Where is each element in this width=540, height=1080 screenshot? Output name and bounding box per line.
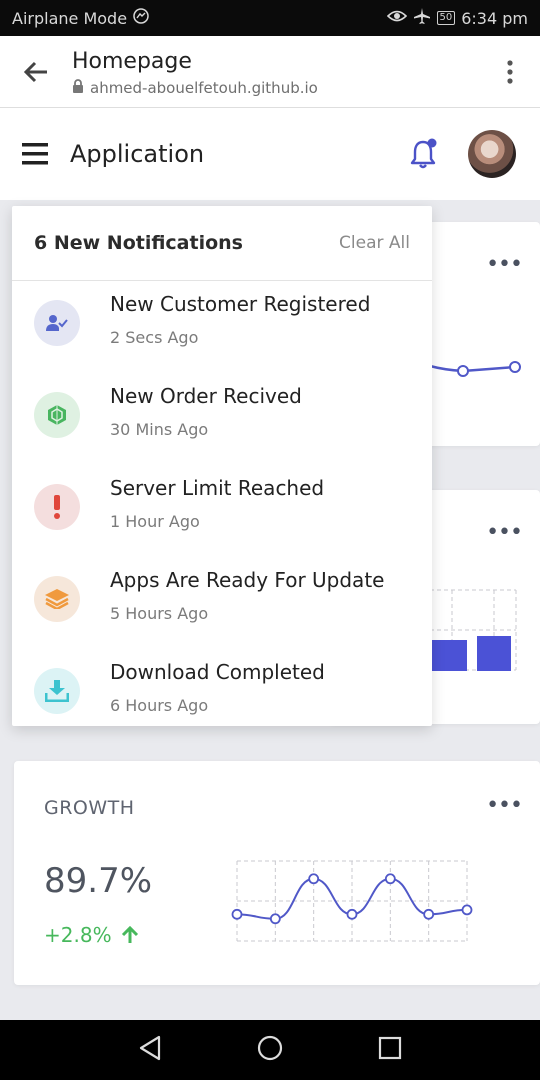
battery-level: 50 — [439, 12, 453, 23]
data-point — [308, 873, 320, 885]
notification-item[interactable]: New Order Recived 30 Mins Ago — [12, 374, 432, 466]
url-text: ahmed-abouelfetouh.github.io — [90, 78, 318, 97]
growth-label: GROWTH — [44, 797, 135, 819]
notification-bell-icon[interactable] — [398, 129, 448, 179]
eye-icon — [386, 9, 407, 27]
layers-icon — [34, 576, 80, 622]
notifications-dropdown: 6 New Notifications Clear All New Custom… — [12, 206, 432, 726]
nav-recents-icon[interactable] — [378, 1036, 402, 1064]
airplane-mode-label: Airplane Mode — [12, 8, 128, 28]
clock: 6:34 pm — [461, 8, 528, 28]
notification-time: 1 Hour Ago — [110, 512, 200, 531]
download-icon — [34, 668, 80, 714]
notification-item[interactable]: Server Limit Reached 1 Hour Ago — [12, 466, 432, 558]
notification-title: Download Completed — [110, 660, 325, 684]
browser-bar: Homepage ahmed-abouelfetouh.github.io — [0, 36, 540, 108]
airplane-icon — [413, 7, 431, 29]
status-left: Airplane Mode — [12, 8, 149, 28]
notification-time: 30 Mins Ago — [110, 420, 209, 439]
notification-title: Apps Are Ready For Update — [110, 568, 385, 592]
data-point — [384, 873, 396, 885]
avatar[interactable] — [468, 130, 516, 178]
url-block[interactable]: Homepage ahmed-abouelfetouh.github.io — [72, 46, 480, 97]
notification-item[interactable]: Download Completed 6 Hours Ago — [12, 650, 432, 726]
status-bar: Airplane Mode 50 6:34 pm — [0, 0, 540, 36]
page-title: Homepage — [72, 49, 192, 74]
url-row: ahmed-abouelfetouh.github.io — [72, 78, 480, 97]
notification-title: Server Limit Reached — [110, 476, 325, 500]
notifications-count-title: 6 New Notifications — [34, 232, 243, 254]
card-menu-icon[interactable]: ••• — [486, 795, 523, 817]
arrow-up-icon — [121, 925, 138, 943]
growth-line-chart — [231, 860, 473, 942]
cart-icon — [34, 392, 80, 438]
notification-item[interactable]: New Customer Registered 2 Secs Ago — [12, 282, 432, 374]
data-point — [269, 913, 281, 925]
lock-icon — [72, 78, 84, 97]
app-header: Application — [0, 108, 540, 200]
system-nav-bar — [0, 1020, 540, 1080]
chart-grid — [236, 860, 468, 942]
data-point — [346, 908, 358, 920]
browser-menu-icon[interactable] — [480, 36, 540, 108]
messenger-icon — [133, 8, 149, 28]
notification-item[interactable]: Apps Are Ready For Update 5 Hours Ago — [12, 558, 432, 650]
notification-time: 6 Hours Ago — [110, 696, 209, 715]
data-point — [461, 904, 473, 916]
clear-all-button[interactable]: Clear All — [339, 233, 410, 253]
nav-back-icon[interactable] — [138, 1035, 162, 1065]
notification-time: 5 Hours Ago — [110, 604, 209, 623]
notification-title: New Customer Registered — [110, 292, 371, 316]
status-right: 50 6:34 pm — [386, 7, 528, 29]
user-check-icon — [34, 300, 80, 346]
battery-icon: 50 — [436, 11, 456, 25]
growth-card: GROWTH ••• 89.7% +2.8% — [14, 761, 540, 985]
app-title: Application — [70, 140, 205, 168]
hamburger-menu-icon[interactable] — [0, 108, 70, 200]
nav-home-icon[interactable] — [257, 1035, 283, 1065]
back-arrow-icon[interactable] — [0, 36, 72, 108]
notification-title: New Order Recived — [110, 384, 302, 408]
data-point — [423, 908, 435, 920]
exclamation-icon — [34, 484, 80, 530]
notification-time: 2 Secs Ago — [110, 328, 199, 347]
data-point — [231, 908, 243, 920]
growth-value: 89.7% — [44, 861, 153, 901]
growth-change: +2.8% — [44, 923, 140, 947]
notifications-header: 6 New Notifications Clear All — [12, 206, 432, 281]
growth-change-value: +2.8% — [44, 923, 112, 947]
